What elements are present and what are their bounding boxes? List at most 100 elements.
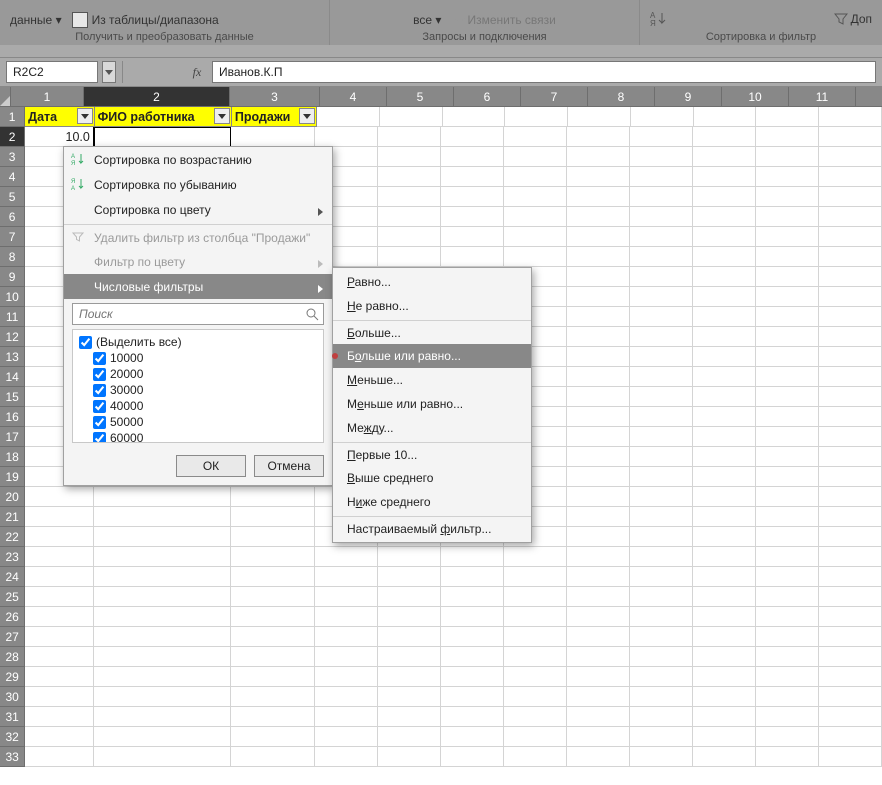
cell[interactable]: [693, 127, 756, 147]
cell[interactable]: [567, 567, 630, 587]
cell[interactable]: [441, 687, 504, 707]
cell[interactable]: [693, 407, 756, 427]
submenu-greater-or-equal[interactable]: Больше или равно...: [333, 344, 531, 368]
cell[interactable]: [756, 187, 819, 207]
cell[interactable]: [441, 207, 504, 227]
cell[interactable]: [819, 707, 882, 727]
cell[interactable]: [567, 207, 630, 227]
row-header[interactable]: 24: [0, 567, 25, 587]
cell[interactable]: [441, 247, 504, 267]
cell[interactable]: [441, 747, 504, 767]
filter-dropdown-button[interactable]: [299, 108, 315, 124]
cell[interactable]: [25, 727, 94, 747]
cell[interactable]: [441, 727, 504, 747]
menu-sort-by-color[interactable]: Сортировка по цвету: [64, 197, 332, 222]
cell[interactable]: [504, 647, 567, 667]
cell[interactable]: [819, 387, 882, 407]
cell[interactable]: [630, 267, 693, 287]
cell[interactable]: [231, 507, 315, 527]
cell[interactable]: [94, 607, 231, 627]
cell[interactable]: [25, 747, 94, 767]
cell[interactable]: [756, 447, 819, 467]
fx-icon[interactable]: fx: [186, 61, 208, 83]
cell[interactable]: [441, 707, 504, 727]
cell[interactable]: [693, 367, 756, 387]
cell[interactable]: [819, 347, 882, 367]
cell[interactable]: [819, 607, 882, 627]
cell[interactable]: [819, 747, 882, 767]
cell[interactable]: [443, 107, 506, 127]
cell[interactable]: [819, 507, 882, 527]
cell[interactable]: [819, 687, 882, 707]
cell[interactable]: [504, 587, 567, 607]
cell[interactable]: [231, 587, 315, 607]
cell[interactable]: [441, 667, 504, 687]
cell[interactable]: [819, 127, 882, 147]
cell[interactable]: [504, 207, 567, 227]
cell[interactable]: [567, 527, 630, 547]
row-header[interactable]: 9: [0, 267, 25, 287]
cell[interactable]: [567, 187, 630, 207]
cell[interactable]: [693, 327, 756, 347]
row-header[interactable]: 27: [0, 627, 25, 647]
cell[interactable]: [630, 567, 693, 587]
cell[interactable]: [630, 347, 693, 367]
filter-dropdown-button[interactable]: [214, 108, 230, 124]
cell[interactable]: [231, 527, 315, 547]
cell[interactable]: [819, 667, 882, 687]
name-box[interactable]: R2C2: [6, 61, 98, 83]
cell[interactable]: [630, 127, 693, 147]
cell[interactable]: [25, 527, 94, 547]
cell[interactable]: [756, 487, 819, 507]
cell[interactable]: [25, 547, 94, 567]
cell[interactable]: [756, 267, 819, 287]
cell[interactable]: [630, 727, 693, 747]
cell[interactable]: [231, 547, 315, 567]
ok-button[interactable]: ОК: [176, 455, 246, 477]
filter-check-select-all[interactable]: (Выделить все): [79, 334, 317, 350]
cell[interactable]: [756, 747, 819, 767]
cell[interactable]: [819, 727, 882, 747]
cell[interactable]: [630, 387, 693, 407]
cell[interactable]: [378, 607, 441, 627]
filter-check-value[interactable]: 20000: [93, 366, 317, 382]
cell[interactable]: [94, 727, 231, 747]
ribbon-item-addon[interactable]: Доп: [834, 12, 872, 26]
row-header[interactable]: 17: [0, 427, 25, 447]
cell[interactable]: [756, 527, 819, 547]
cell[interactable]: [693, 727, 756, 747]
column-header[interactable]: 5: [387, 87, 454, 107]
menu-number-filters[interactable]: Числовые фильтры: [64, 274, 332, 299]
cell[interactable]: [630, 527, 693, 547]
formula-input[interactable]: Иванов.К.П: [212, 61, 876, 83]
row-header[interactable]: 10: [0, 287, 25, 307]
cell[interactable]: [630, 467, 693, 487]
cell[interactable]: [378, 627, 441, 647]
cell[interactable]: [504, 627, 567, 647]
cell[interactable]: [231, 727, 315, 747]
cell[interactable]: [630, 327, 693, 347]
filter-check-value[interactable]: 40000: [93, 398, 317, 414]
cell[interactable]: [378, 647, 441, 667]
filter-search-input[interactable]: [77, 306, 305, 322]
cell[interactable]: [756, 227, 819, 247]
row-header[interactable]: 19: [0, 467, 25, 487]
cell[interactable]: [693, 147, 756, 167]
cancel-button[interactable]: Отмена: [254, 455, 324, 477]
filter-check-value[interactable]: 10000: [93, 350, 317, 366]
cell[interactable]: [819, 147, 882, 167]
row-header[interactable]: 28: [0, 647, 25, 667]
filter-check-value[interactable]: 60000: [93, 430, 317, 443]
submenu-less-or-equal[interactable]: Меньше или равно...: [333, 392, 531, 416]
row-header[interactable]: 2: [0, 127, 25, 147]
cell[interactable]: [756, 307, 819, 327]
cell[interactable]: [25, 587, 94, 607]
cell[interactable]: [567, 127, 630, 147]
accept-formula-icon[interactable]: [160, 61, 182, 83]
cell[interactable]: [756, 107, 819, 127]
cell[interactable]: [756, 567, 819, 587]
cell[interactable]: [567, 647, 630, 667]
cell[interactable]: [315, 647, 378, 667]
filter-check-value[interactable]: 50000: [93, 414, 317, 430]
cell[interactable]: [819, 587, 882, 607]
